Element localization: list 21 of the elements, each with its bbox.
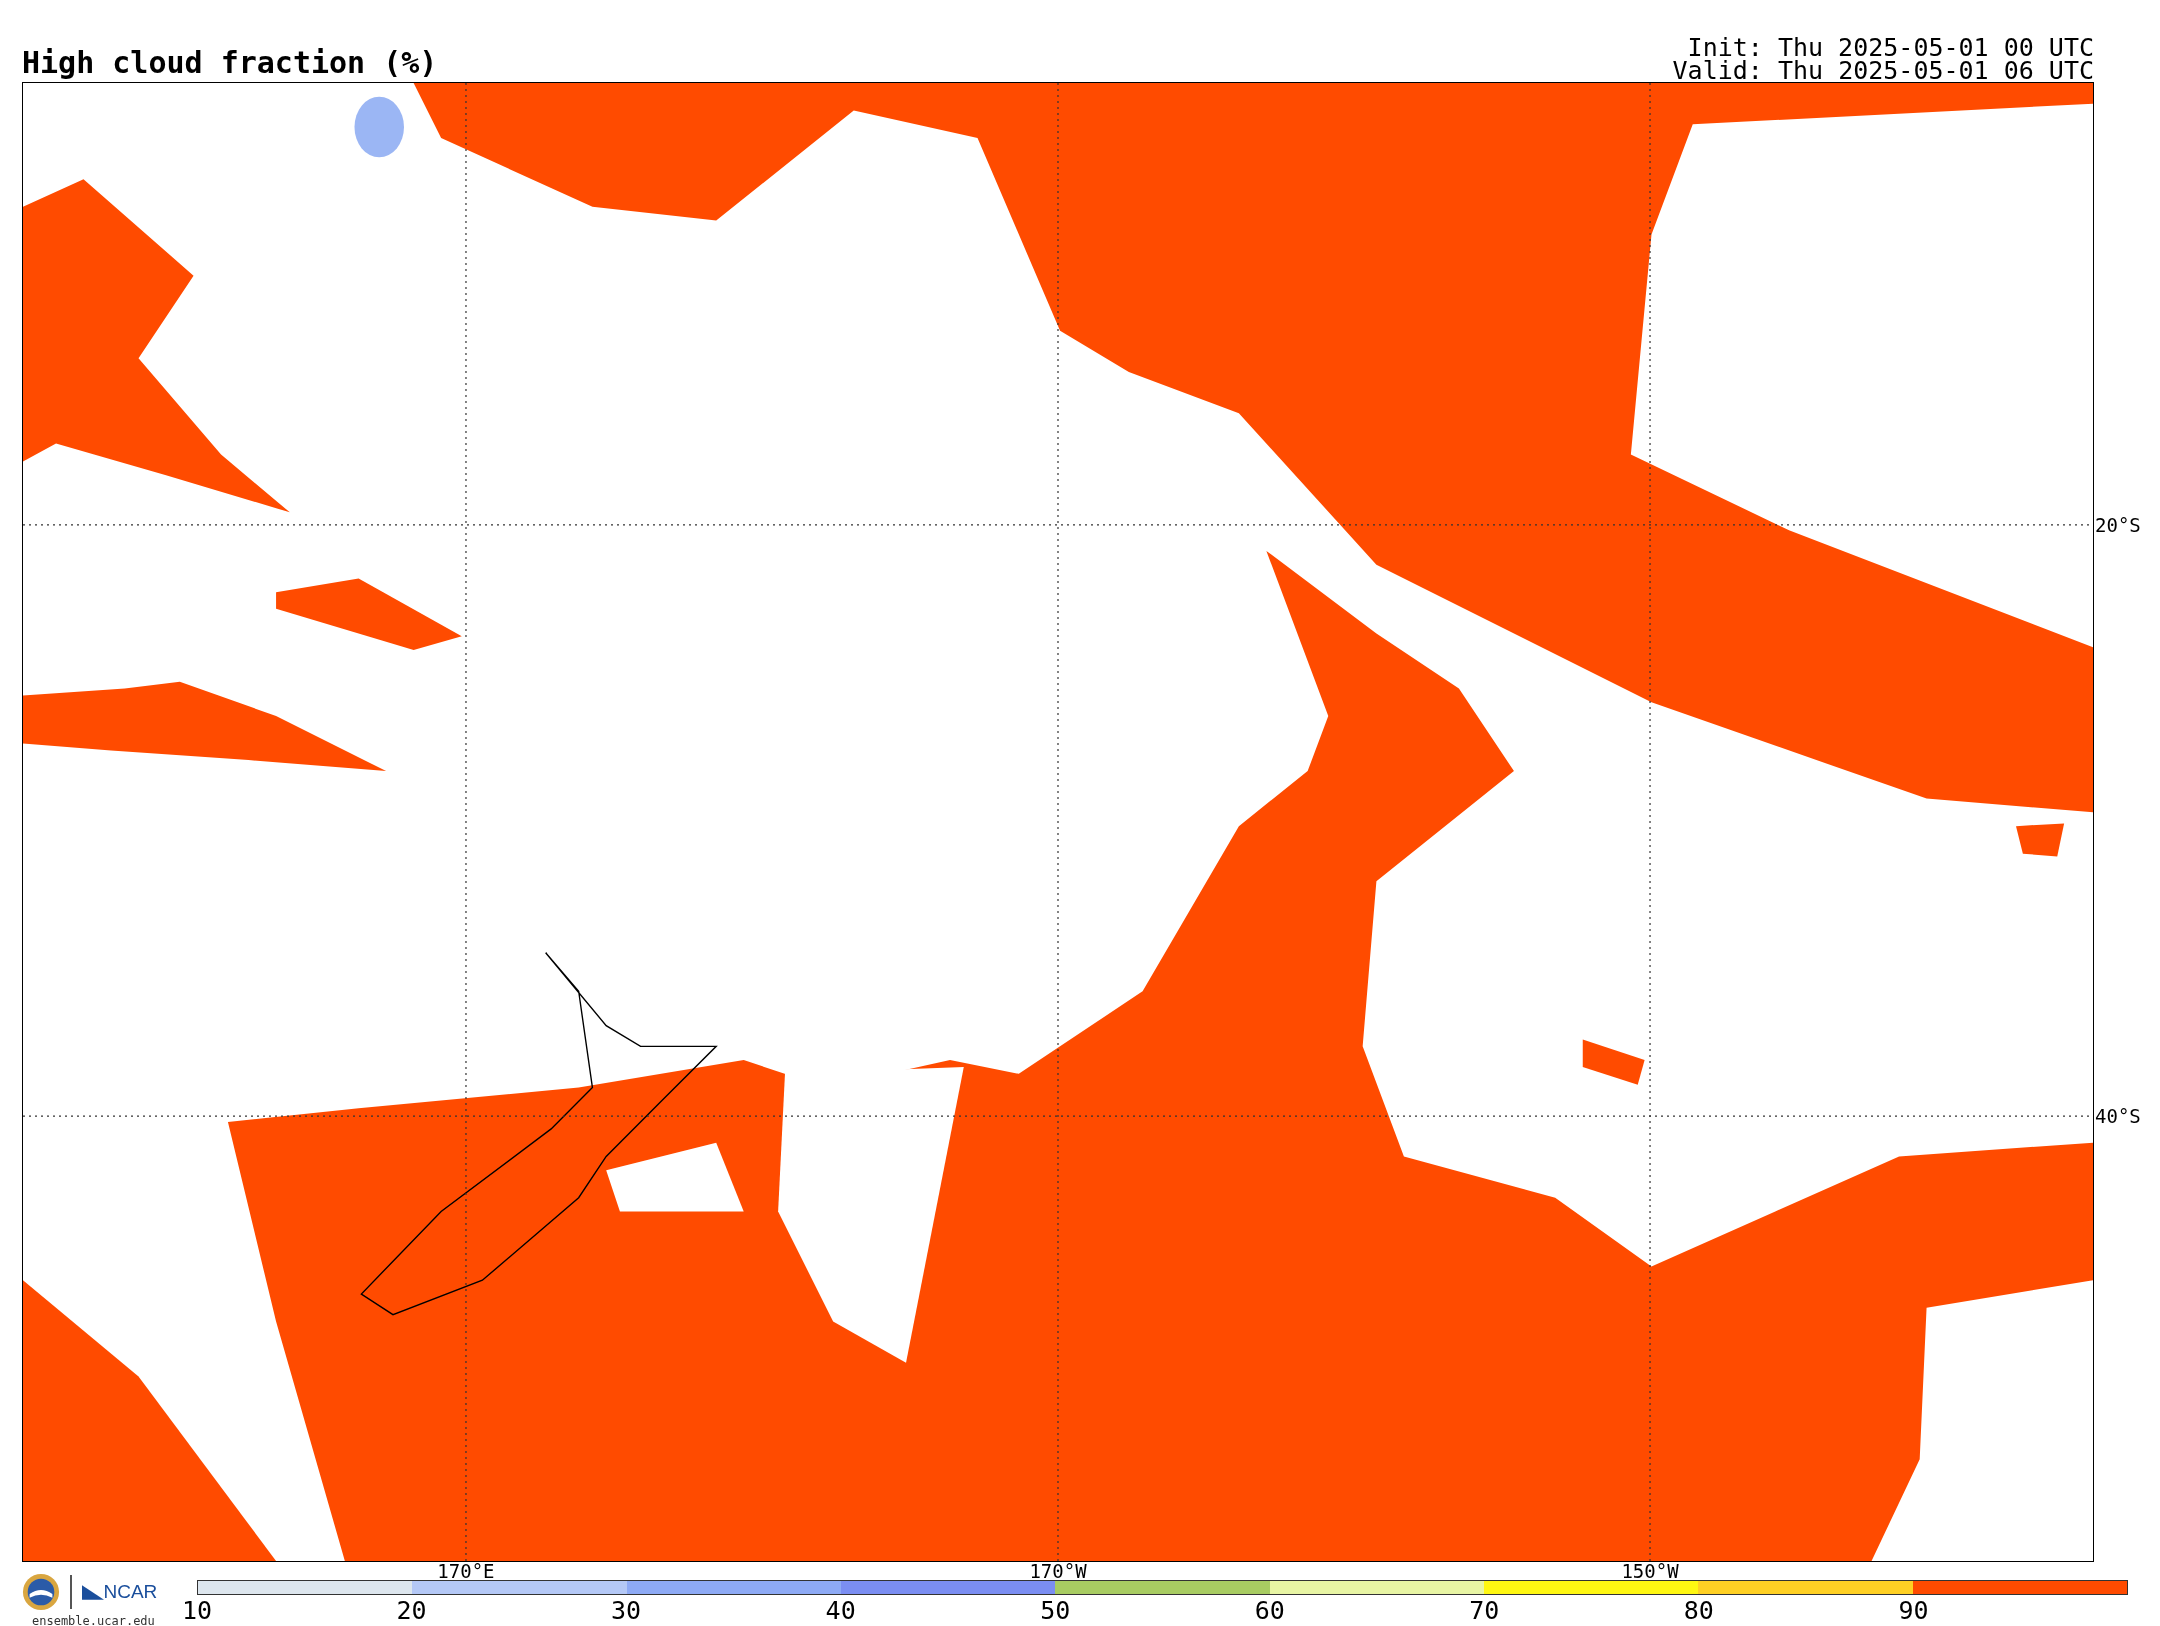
colorbar-tick-label: 90: [1898, 1597, 1929, 1625]
globe-emblem-icon: [22, 1573, 60, 1611]
ncar-logo-text: NCAR: [103, 1581, 158, 1603]
colorbar-tick-label: 70: [1469, 1597, 1500, 1625]
colorbar-tick-label: 20: [396, 1597, 427, 1625]
valid-time: Valid: Thu 2025-05-01 06 UTC: [1672, 59, 2094, 82]
latitude-label: 40°S: [2095, 1106, 2141, 1127]
colorbar-tick-label: 40: [825, 1597, 856, 1625]
init-time: Init: Thu 2025-05-01 00 UTC: [1687, 36, 2094, 59]
colorbar-tick-label: 60: [1254, 1597, 1285, 1625]
colorbar-tick-label: 30: [611, 1597, 642, 1625]
longitude-label: 170°W: [1029, 1561, 1087, 1581]
website-url: ensemble.ucar.edu: [32, 1614, 155, 1626]
mountain-mark-icon: [81, 1584, 104, 1600]
colorbar-tick-label: 10: [181, 1597, 213, 1625]
latitude-label: 20°S: [2095, 514, 2141, 535]
longitude-label: 170°E: [437, 1561, 495, 1581]
chart-title: High cloud fraction (%): [22, 46, 438, 80]
colorbar-tick-label: 80: [1683, 1597, 1714, 1625]
colorbar-tick-label: 50: [1040, 1597, 1071, 1625]
longitude-label: 150°W: [1621, 1561, 1679, 1581]
